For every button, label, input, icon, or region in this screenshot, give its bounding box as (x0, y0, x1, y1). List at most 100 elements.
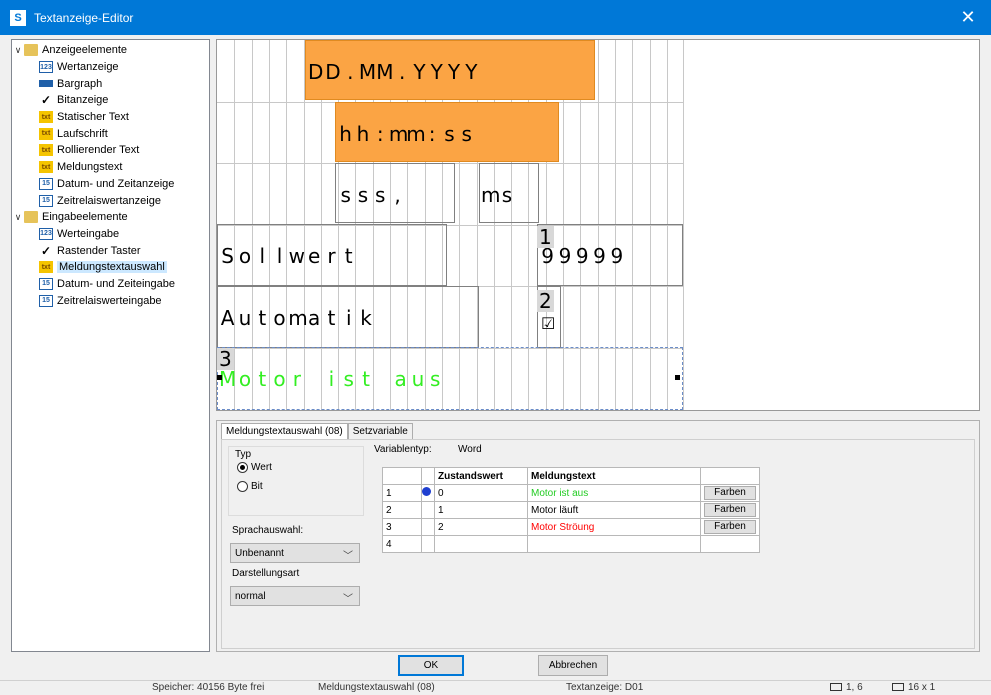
status-element: Meldungstextauswahl (08) (318, 682, 435, 693)
farben-button[interactable]: Farben (704, 486, 756, 500)
tree-item-0-1[interactable]: Bargraph (12, 75, 209, 92)
tree-item-0-0[interactable]: 123 Wertanzeige (12, 59, 209, 76)
app-icon: S (10, 9, 26, 26)
current-marker-icon (422, 487, 431, 496)
status-memory: Speicher: 40156 Byte frei (152, 682, 265, 693)
radio-bit-dot[interactable] (237, 481, 248, 492)
zustandswert-cell[interactable] (434, 535, 528, 553)
tree-item-1-4[interactable]: 15 Zeitrelaiswerteingabe (12, 292, 209, 309)
farben-cell (700, 535, 760, 553)
tab-setzvariable[interactable]: Setzvariable (347, 423, 413, 439)
position-icon (830, 683, 842, 692)
meldungstext-cell[interactable]: Motor ist aus (527, 484, 701, 502)
motor-chars-char: t (362, 367, 370, 391)
sollwert-chars-char: l (276, 244, 283, 268)
variablentyp-label: Variablentyp: (374, 444, 432, 455)
message-table: Zustandswert Meldungstext 1 0 Motor ist au… (382, 467, 760, 553)
close-icon[interactable]: ✕ (945, 0, 991, 35)
chevron-down-icon[interactable]: ∨ (12, 45, 24, 56)
meldungstext-cell[interactable]: Motor läuft (527, 501, 701, 519)
meldungstext-cell[interactable] (527, 535, 701, 553)
farben-button[interactable]: Farben (704, 520, 756, 534)
meldungstext-cell[interactable]: Motor Ströung (527, 518, 701, 536)
canvas-right-edge (683, 40, 684, 410)
motor-chars-char: i (328, 367, 335, 391)
automatik-chars-char: m (288, 306, 308, 330)
typ-group: Typ Wert Bit (228, 446, 364, 516)
zustandswert-header: Zustandswert (434, 467, 528, 485)
ok-button[interactable]: OK (398, 655, 464, 676)
tree-item-0-2[interactable]: ✓ Bitanzeige (12, 92, 209, 109)
folder-icon (24, 211, 38, 224)
time-chars-char: m (406, 122, 426, 146)
millis-chars-a-char: , (394, 183, 401, 207)
tab-meldungstextauswahl[interactable]: Meldungstextauswahl (08) (221, 423, 348, 439)
resize-handle-1[interactable] (675, 375, 680, 380)
radio-wert-label: Wert (251, 462, 272, 473)
radio-wert[interactable]: Wert (237, 462, 272, 473)
cancel-button[interactable]: Abbrechen (538, 655, 608, 676)
checkbox-icon[interactable]: ☑ (541, 314, 555, 334)
tree-item-0-5[interactable]: txt Rollierender Text (12, 142, 209, 159)
tab-bar: Meldungstextauswahl (08) Setzvariable (221, 423, 413, 439)
tree-item-0-7[interactable]: 15 Datum- und Zeitanzeige (12, 176, 209, 193)
chevron-down-icon: ﹀ (343, 551, 353, 562)
time-chars-char: s (461, 122, 472, 146)
farben-cell: Farben (700, 518, 760, 536)
row-marker (421, 501, 435, 519)
checkmark-icon: ✓ (40, 93, 52, 108)
static-text-icon: txt (39, 111, 53, 124)
title-bar: S Textanzeige-Editor ✕ (0, 0, 991, 35)
time-chars-char: m (388, 122, 409, 146)
row-number: 2 (382, 501, 422, 519)
darstellungsart-select[interactable]: normal ﹀ (230, 586, 360, 606)
tree-group-0[interactable]: ∨ Anzeigeelemente (12, 42, 209, 59)
table-row[interactable]: 4 (382, 535, 760, 553)
tree-item-0-6[interactable]: txt Meldungstext (12, 159, 209, 176)
row-marker (421, 484, 435, 502)
tree-item-0-4[interactable]: txt Laufschrift (12, 125, 209, 142)
millis-chars-b-char: m (481, 183, 501, 207)
millis-chars-b: ms (481, 183, 516, 207)
tree-item-1-0[interactable]: 123 Werteingabe (12, 226, 209, 243)
tree-group-1[interactable]: ∨ Eingabeelemente (12, 209, 209, 226)
table-row[interactable]: 3 2 Motor Ströung Farben (382, 518, 760, 536)
automatik-chars-char: t (327, 306, 336, 330)
size-icon (892, 683, 904, 692)
radio-bit[interactable]: Bit (237, 481, 263, 492)
farben-button[interactable]: Farben (704, 503, 756, 517)
tree-item-0-3[interactable]: txt Statischer Text (12, 109, 209, 126)
tag-1: 1 (537, 225, 554, 249)
zustandswert-cell[interactable]: 2 (434, 518, 528, 536)
timer-relay-icon: 15 (39, 294, 53, 307)
zustandswert-cell[interactable]: 1 (434, 501, 528, 519)
tree-item-1-3[interactable]: 15 Datum- und Zeiteingabe (12, 276, 209, 293)
farben-cell: Farben (700, 484, 760, 502)
text-display-canvas[interactable]: DD.MM.YYYYhh:mm:sssss,msSollwert999991Au… (216, 39, 980, 411)
radio-bit-label: Bit (251, 481, 263, 492)
table-row[interactable]: 2 1 Motor läuft Farben (382, 501, 760, 519)
tree-item-0-8[interactable]: 15 Zeitrelaiswertanzeige (12, 192, 209, 209)
sprachauswahl-select[interactable]: Unbenannt ﹀ (230, 543, 360, 563)
automatik-chars-char: o (273, 306, 286, 330)
sollwert-chars-char: t (344, 244, 353, 268)
darstellungsart-label: Darstellungsart (232, 568, 300, 579)
scrolling-text-icon: txt (39, 127, 53, 140)
chevron-down-icon: ﹀ (343, 594, 353, 605)
variablentyp-value: Word (458, 444, 482, 455)
date-chars: DD.MM.YYYY (307, 60, 480, 84)
tree-item-1-1[interactable]: ✓ Rastender Taster (12, 242, 209, 259)
zustandswert-cell[interactable]: 0 (434, 484, 528, 502)
date-chars-char: Y (413, 60, 426, 84)
radio-wert-dot[interactable] (237, 462, 248, 473)
chevron-down-icon[interactable]: ∨ (12, 212, 24, 223)
table-row[interactable]: 1 0 Motor ist aus Farben (382, 484, 760, 502)
status-size-value: 16 x 1 (908, 682, 936, 693)
resize-handle-0[interactable] (217, 375, 222, 380)
automatik-chars-char: i (345, 306, 352, 330)
sprachauswahl-label: Sprachauswahl: (232, 525, 304, 536)
tree-item-1-2[interactable]: txt Meldungstextauswahl (12, 259, 209, 276)
tree-item-label: Zeitrelaiswertanzeige (57, 194, 161, 207)
tree-item-label: Meldungstext (57, 161, 123, 174)
status-display: Textanzeige: D01 (566, 682, 644, 693)
